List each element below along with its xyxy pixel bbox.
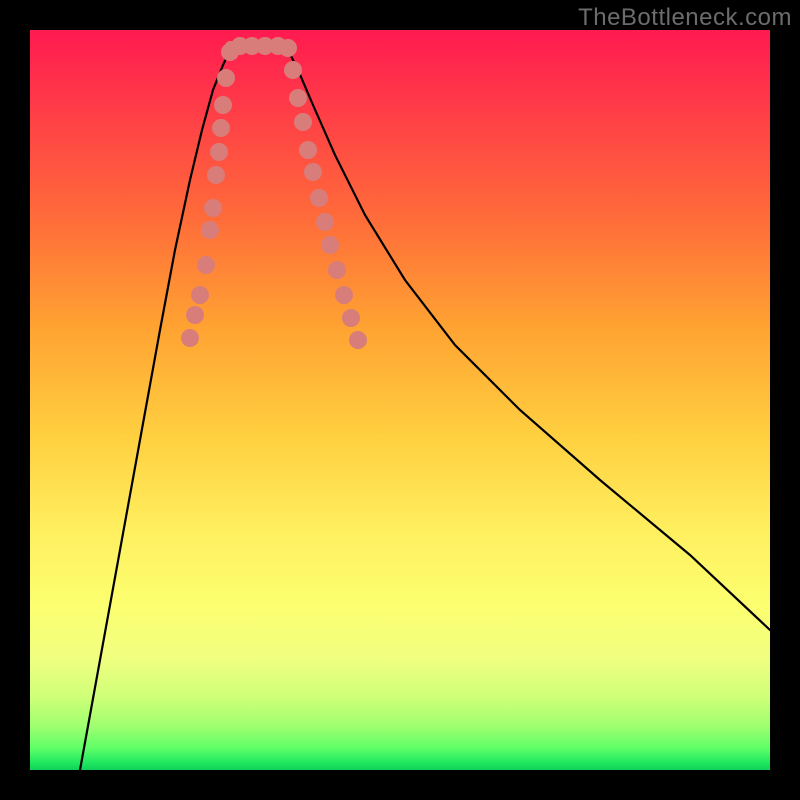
data-dot: [181, 329, 199, 347]
data-dot: [186, 306, 204, 324]
data-dot: [349, 331, 367, 349]
data-dot: [335, 286, 353, 304]
watermark-text: TheBottleneck.com: [578, 4, 792, 32]
data-dot: [304, 163, 322, 181]
data-dot: [284, 61, 302, 79]
outer-frame: TheBottleneck.com: [0, 0, 800, 800]
data-dot: [214, 96, 232, 114]
data-dot: [328, 261, 346, 279]
data-dot: [212, 119, 230, 137]
data-dot: [197, 256, 215, 274]
data-dot: [201, 221, 219, 239]
data-dot: [279, 39, 297, 57]
data-dot: [321, 236, 339, 254]
data-dot: [316, 213, 334, 231]
plot-area: [30, 30, 770, 770]
data-dot: [289, 89, 307, 107]
data-dot: [217, 69, 235, 87]
data-dot: [204, 199, 222, 217]
data-dot: [294, 113, 312, 131]
data-dot: [342, 309, 360, 327]
data-dot: [210, 143, 228, 161]
data-dot: [191, 286, 209, 304]
data-dot: [310, 189, 328, 207]
data-dots: [181, 37, 367, 349]
data-dot: [299, 141, 317, 159]
curve-left: [80, 50, 230, 770]
chart-svg: [30, 30, 770, 770]
data-dot: [207, 166, 225, 184]
